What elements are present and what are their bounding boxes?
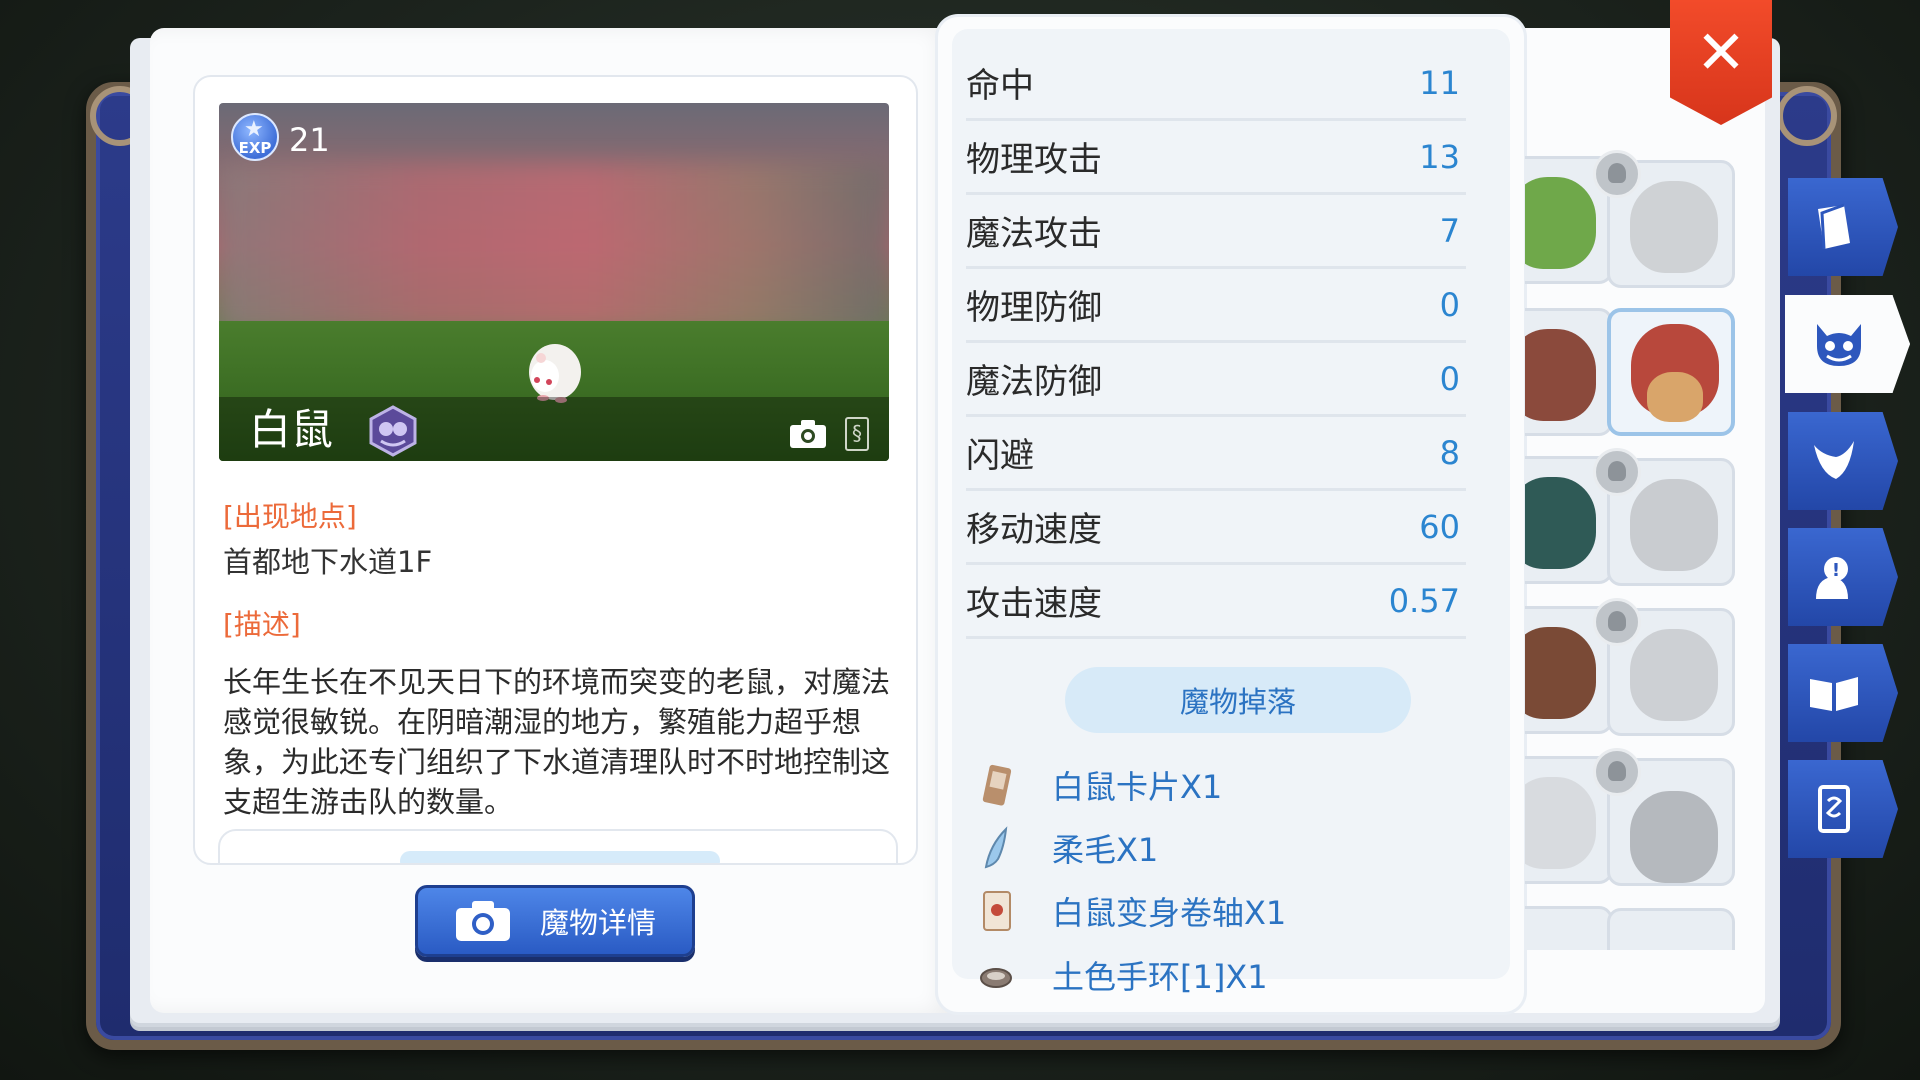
white-mouse-image xyxy=(529,344,581,403)
tab-horn[interactable] xyxy=(1788,412,1898,510)
location-title: [出现地点] xyxy=(223,500,357,533)
stats-panel: 命中 11 物理攻击 13 魔法攻击 7 物理防御 0 魔法防御 0 闪避 8 … xyxy=(938,17,1524,1012)
npc-icon: ! xyxy=(1816,557,1848,599)
svg-text:!: ! xyxy=(1832,560,1840,581)
monster-slot[interactable] xyxy=(1525,308,1613,436)
monster-info-panel: ★ EXP 21 白鼠 § [出现地点] 首都地下水道1F [描述] 长年生长在… xyxy=(193,75,918,865)
stat-row-magic-defense: 魔法防御 0 xyxy=(966,343,1466,417)
camera-icon[interactable] xyxy=(789,419,827,449)
monster-name: 白鼠 xyxy=(249,405,334,454)
tab-book[interactable] xyxy=(1788,178,1898,276)
horn-icon xyxy=(1814,441,1854,479)
stat-row-flee: 闪避 8 xyxy=(966,417,1466,491)
open-book-icon xyxy=(1810,677,1858,711)
tab-cards[interactable] xyxy=(1788,760,1898,858)
bracelet-icon xyxy=(980,968,1012,988)
monster-slot[interactable] xyxy=(1607,908,1735,950)
boss-skull-icon xyxy=(1593,748,1641,796)
drop-item[interactable]: 土色手环[1]X1 xyxy=(976,950,1268,1000)
monster-details-label: 魔物详情 xyxy=(539,906,656,940)
scroll-icon xyxy=(983,891,1011,931)
monster-slot[interactable] xyxy=(1525,906,1613,950)
monster-preview: ★ EXP 21 白鼠 § xyxy=(219,103,889,461)
location-text: 首都地下水道1F xyxy=(223,545,433,579)
tab-monster[interactable] xyxy=(1785,295,1910,393)
ornament xyxy=(1777,86,1837,146)
monster-slot[interactable] xyxy=(1607,308,1735,436)
description-text: 长年生长在不见天日下的环境而突变的老鼠，对魔法感觉很敏锐。在阴暗潮湿的地方，繁殖… xyxy=(223,665,891,819)
tab-guide[interactable] xyxy=(1788,644,1898,742)
drop-item[interactable]: 白鼠卡片X1 xyxy=(976,760,1222,810)
camera-icon xyxy=(455,901,510,941)
fur-icon xyxy=(984,826,1008,869)
stat-row-magic-attack: 魔法攻击 7 xyxy=(966,195,1466,269)
drop-item[interactable]: 白鼠变身卷轴X1 xyxy=(976,886,1286,936)
stat-row-physical-defense: 物理防御 0 xyxy=(966,269,1466,343)
element-shadow-icon xyxy=(369,405,417,457)
monster-face-icon xyxy=(1816,324,1861,366)
sub-panel xyxy=(218,829,898,863)
close-icon: ✕ xyxy=(1695,17,1747,88)
stat-row-physical-attack: 物理攻击 13 xyxy=(966,121,1466,195)
monster-drops-button[interactable]: 魔物掉落 xyxy=(1065,667,1411,733)
stat-row-attack-speed: 攻击速度 0.57 xyxy=(966,565,1466,639)
tab-npc[interactable]: ! xyxy=(1788,528,1898,626)
card-icon xyxy=(982,764,1012,806)
boss-skull-icon xyxy=(1593,150,1641,198)
exp-icon: ★ EXP xyxy=(231,113,279,161)
exp-value: 21 xyxy=(289,121,330,159)
stat-row-move-speed: 移动速度 60 xyxy=(966,491,1466,565)
description-title: [描述] xyxy=(223,608,301,641)
card-collect-icon[interactable]: § xyxy=(845,417,869,451)
card-icon xyxy=(1818,785,1850,833)
stat-row-hit: 命中 11 xyxy=(966,47,1466,121)
boss-skull-icon xyxy=(1593,598,1641,646)
monster-details-button[interactable]: 魔物详情 xyxy=(415,885,695,957)
book-icon xyxy=(1818,203,1850,250)
drop-item[interactable]: 柔毛X1 xyxy=(976,823,1158,873)
monster-grid xyxy=(1525,140,1745,950)
boss-skull-icon xyxy=(1593,448,1641,496)
